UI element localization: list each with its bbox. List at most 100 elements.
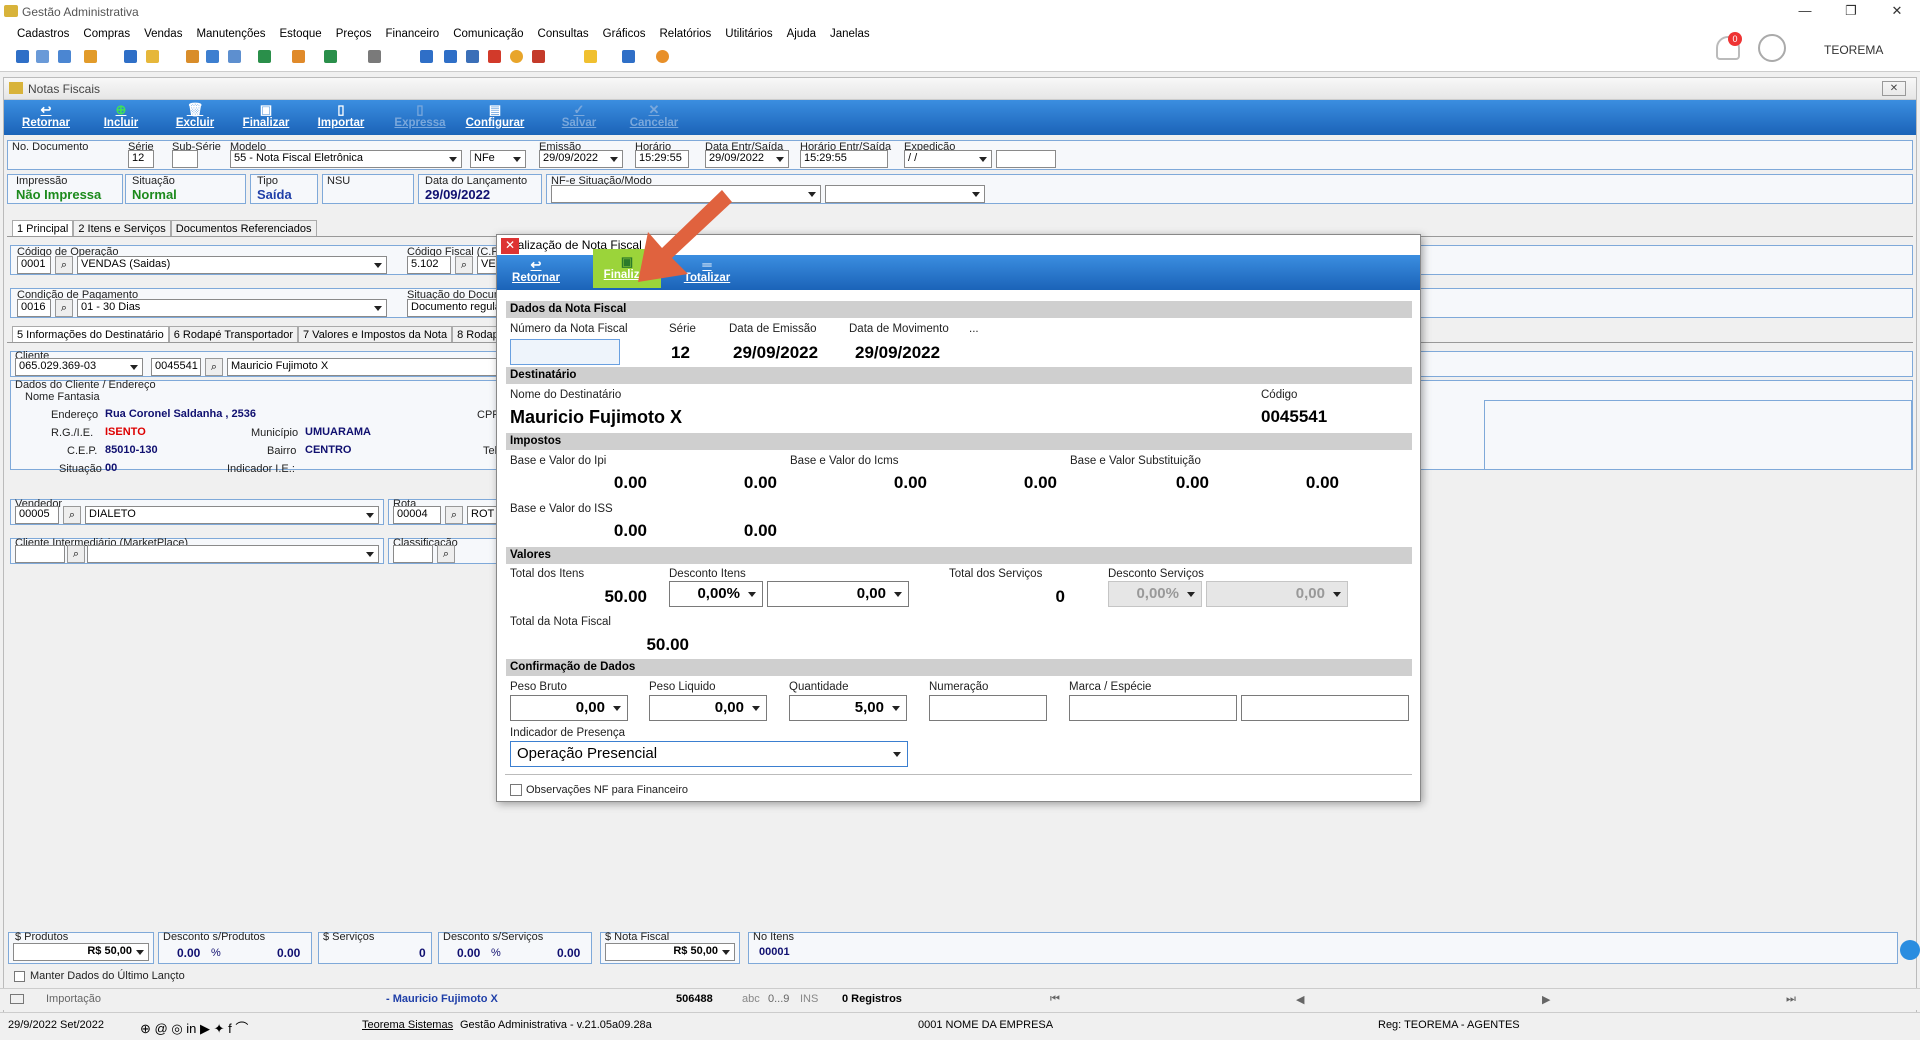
teamviewer-icon[interactable] bbox=[1900, 940, 1920, 960]
incluir-button[interactable]: ⊕ Incluir bbox=[96, 103, 146, 133]
cart-icon[interactable] bbox=[258, 50, 271, 63]
excluir-button[interactable]: 🗑 Excluir bbox=[170, 103, 220, 133]
vendedor-codigo-field[interactable]: 00005 bbox=[15, 506, 59, 524]
desconto-itens-valor[interactable]: 0,00 bbox=[767, 581, 909, 607]
nfe-modo-select[interactable] bbox=[825, 185, 985, 203]
menu-janelas[interactable]: Janelas bbox=[830, 28, 870, 40]
menu-relatorios[interactable]: Relatórios bbox=[660, 28, 712, 40]
cfop-field[interactable]: 5.102 bbox=[407, 256, 451, 274]
menu-financeiro[interactable]: Financeiro bbox=[386, 28, 440, 40]
numeracao-field[interactable] bbox=[929, 695, 1047, 721]
search-icon[interactable]: ⌕ bbox=[55, 256, 73, 274]
expedicao-date[interactable]: / / bbox=[904, 150, 992, 168]
manter-dados-checkbox[interactable] bbox=[14, 971, 25, 982]
menu-cadastros[interactable]: Cadastros bbox=[17, 28, 69, 40]
horario-field[interactable]: 15:29:55 bbox=[635, 150, 689, 168]
marca-field[interactable] bbox=[1069, 695, 1237, 721]
classificacao-field[interactable] bbox=[393, 545, 433, 563]
intermediario-codigo-field[interactable] bbox=[15, 545, 65, 563]
menu-vendas[interactable]: Vendas bbox=[144, 28, 182, 40]
search-icon[interactable]: ⌕ bbox=[205, 358, 223, 376]
dialog-retornar-button[interactable]: ↩ Retornar bbox=[509, 258, 563, 288]
last-record-icon[interactable]: ⏭ bbox=[1786, 993, 1796, 1006]
menu-comunicacao[interactable]: Comunicação bbox=[453, 28, 523, 40]
cod-op-field[interactable]: 0001 bbox=[17, 256, 51, 274]
peso-bruto-field[interactable]: 0,00 bbox=[510, 695, 628, 721]
numero-nota-field[interactable] bbox=[510, 339, 620, 365]
menu-estoque[interactable]: Estoque bbox=[280, 28, 322, 40]
menu-manutencoes[interactable]: Manutenções bbox=[196, 28, 265, 40]
nota-total-value[interactable]: R$ 50,00 bbox=[605, 943, 735, 961]
quantidade-field[interactable]: 5,00 bbox=[789, 695, 907, 721]
peso-liquido-field[interactable]: 0,00 bbox=[649, 695, 767, 721]
calendar-icon[interactable] bbox=[444, 50, 457, 63]
horario-entr-field[interactable]: 15:29:55 bbox=[800, 150, 888, 168]
toolbar-icon-1[interactable] bbox=[16, 50, 29, 63]
tab-valores-impostos[interactable]: 7 Valores e Impostos da Nota bbox=[298, 326, 453, 343]
menu-precos[interactable]: Preços bbox=[336, 28, 372, 40]
tab-destinatario[interactable]: 5 Informações do Destinatário bbox=[12, 326, 169, 343]
desconto-servicos-pct[interactable]: 0,00% bbox=[1108, 581, 1202, 607]
desconto-servicos-valor[interactable]: 0,00 bbox=[1206, 581, 1348, 607]
tipo-doc-select[interactable]: NFe bbox=[470, 150, 526, 168]
vendedor-select[interactable]: DIALETO bbox=[85, 506, 379, 524]
cliente-codigo-field[interactable]: 0045541 bbox=[151, 358, 201, 376]
no-documento-field[interactable] bbox=[12, 151, 122, 169]
rota-field[interactable]: 00004 bbox=[393, 506, 441, 524]
cancelar-button[interactable]: ✕ Cancelar bbox=[626, 103, 682, 133]
restore-button[interactable]: ❐ bbox=[1828, 0, 1874, 24]
toolbar-icon-6[interactable] bbox=[146, 50, 159, 63]
desc-servicos-val[interactable]: 0.00 bbox=[557, 946, 580, 960]
expedicao-time-spinner[interactable] bbox=[996, 150, 1056, 168]
especie-field[interactable] bbox=[1241, 695, 1409, 721]
importar-button[interactable]: ▯ Importar bbox=[310, 103, 372, 133]
toolbar-icon-2[interactable] bbox=[36, 50, 49, 63]
desconto-itens-pct[interactable]: 0,00% bbox=[669, 581, 763, 607]
modelo-select[interactable]: 55 - Nota Fiscal Eletrônica bbox=[230, 150, 462, 168]
menu-ajuda[interactable]: Ajuda bbox=[787, 28, 816, 40]
menu-consultas[interactable]: Consultas bbox=[538, 28, 589, 40]
toolbar-icon-7[interactable] bbox=[186, 50, 199, 63]
desc-servicos-pct[interactable]: 0.00 bbox=[457, 946, 480, 960]
cod-op-select[interactable]: VENDAS (Saidas) bbox=[77, 256, 387, 274]
search-icon[interactable]: ⌕ bbox=[437, 545, 455, 563]
emissao-date[interactable]: 29/09/2022 bbox=[539, 150, 623, 168]
data-entr-date[interactable]: 29/09/2022 bbox=[705, 150, 789, 168]
close-window-button[interactable]: ✕ bbox=[1874, 0, 1920, 24]
cliente-nome-field[interactable]: Mauricio Fujimoto X bbox=[227, 358, 507, 376]
expressa-button[interactable]: ▯ Expressa bbox=[390, 103, 450, 133]
minimize-button[interactable]: — bbox=[1782, 0, 1828, 24]
configurar-button[interactable]: ▤ Configurar bbox=[460, 103, 530, 133]
finalizar-button[interactable]: ▣ Finalizar bbox=[236, 103, 296, 133]
toolbar-icon-5[interactable] bbox=[124, 50, 137, 63]
toolbar-icon-21[interactable] bbox=[622, 50, 635, 63]
toolbar-icon-19[interactable] bbox=[532, 50, 545, 63]
tab-rodape-transportador[interactable]: 6 Rodapé Transportador bbox=[168, 326, 298, 343]
toolbar-icon-4[interactable] bbox=[84, 50, 97, 63]
search-icon[interactable]: ⌕ bbox=[67, 545, 85, 563]
obs-financeiro-checkbox[interactable] bbox=[510, 784, 522, 796]
menu-compras[interactable]: Compras bbox=[83, 28, 130, 40]
star-icon[interactable] bbox=[584, 50, 597, 63]
power-icon[interactable] bbox=[656, 50, 669, 63]
printer-icon[interactable] bbox=[368, 50, 381, 63]
subserie-field[interactable] bbox=[172, 150, 198, 168]
toolbar-icon-14[interactable] bbox=[420, 50, 433, 63]
user-avatar-icon[interactable] bbox=[1758, 34, 1786, 62]
toolbar-icon-18[interactable] bbox=[510, 50, 523, 63]
first-record-icon[interactable]: ⏮ bbox=[1050, 993, 1060, 1006]
toolbar-icon-16[interactable] bbox=[466, 50, 479, 63]
retornar-button[interactable]: ↩ Retornar bbox=[16, 103, 76, 133]
teorema-link[interactable]: Teorema Sistemas bbox=[362, 1019, 453, 1031]
desc-produtos-val[interactable]: 0.00 bbox=[277, 946, 300, 960]
tab-principal[interactable]: 1 Principal bbox=[12, 220, 74, 237]
toolbar-icon-11[interactable] bbox=[292, 50, 305, 63]
search-icon[interactable]: ⌕ bbox=[455, 256, 473, 274]
child-close-button[interactable]: ✕ bbox=[1882, 81, 1906, 96]
sit-doc-select[interactable]: Documento regular bbox=[407, 299, 507, 317]
serie-field[interactable]: 12 bbox=[128, 150, 154, 168]
indicador-presenca-select[interactable]: Operação Presencial bbox=[510, 741, 908, 767]
next-record-icon[interactable]: ▶ bbox=[1542, 993, 1550, 1006]
rota-desc-field[interactable]: ROT bbox=[467, 506, 497, 524]
dialog-close-button[interactable]: ✕ bbox=[501, 238, 519, 254]
